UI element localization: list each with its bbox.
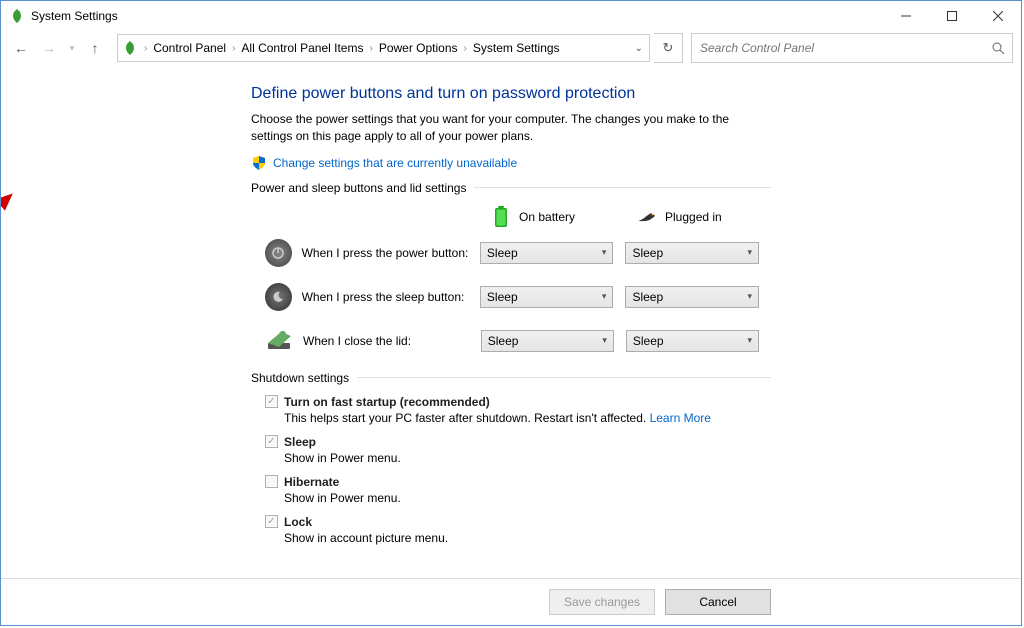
- lid-plugged-dropdown[interactable]: Sleep ▾: [626, 330, 759, 352]
- addressbar[interactable]: › Control Panel › All Control Panel Item…: [117, 34, 650, 62]
- navbar: ← → ▾ ↑ › Control Panel › All Control Pa…: [1, 31, 1021, 65]
- search-box[interactable]: [691, 33, 1013, 63]
- sleep-checkbox[interactable]: ✓: [265, 435, 278, 448]
- sleep-button-icon: [265, 283, 292, 311]
- group-title-buttons-lid: Power and sleep buttons and lid settings: [251, 181, 771, 195]
- lock-checkbox[interactable]: ✓: [265, 515, 278, 528]
- hibernate-label: Hibernate: [284, 475, 339, 489]
- breadcrumb-item[interactable]: All Control Panel Items: [237, 41, 367, 55]
- sleep-button-plugged-dropdown[interactable]: Sleep ▾: [625, 286, 759, 308]
- content-area: Define power buttons and turn on passwor…: [1, 65, 1021, 578]
- page-subtitle: Choose the power settings that you want …: [251, 111, 771, 145]
- breadcrumb-item[interactable]: Power Options: [375, 41, 462, 55]
- sleep-label: Sleep: [284, 435, 316, 449]
- power-button-plugged-dropdown[interactable]: Sleep ▾: [625, 242, 759, 264]
- chevron-right-icon: ›: [367, 43, 374, 54]
- fast-startup-desc: This helps start your PC faster after sh…: [284, 411, 771, 425]
- refresh-button[interactable]: ↻: [654, 33, 683, 63]
- window: System Settings ← → ▾ ↑ › Control Panel …: [0, 0, 1022, 626]
- plugged-in-label: Plugged in: [665, 210, 722, 224]
- chevron-down-icon: ▾: [602, 335, 607, 346]
- maximize-button[interactable]: [929, 1, 975, 31]
- up-button[interactable]: ↑: [83, 36, 107, 60]
- bottombar: Save changes Cancel: [1, 578, 1021, 625]
- hibernate-item: Hibernate Show in Power menu.: [265, 475, 771, 505]
- lid-label: When I close the lid:: [303, 334, 481, 348]
- search-icon[interactable]: [984, 42, 1012, 55]
- sleep-button-row: When I press the sleep button: Sleep ▾ S…: [251, 283, 771, 311]
- chevron-down-icon: ▾: [602, 247, 607, 258]
- minimize-button[interactable]: [883, 1, 929, 31]
- chevron-right-icon: ›: [142, 43, 149, 54]
- breadcrumb-item[interactable]: Control Panel: [149, 41, 230, 55]
- breadcrumb-item[interactable]: System Settings: [469, 41, 564, 55]
- shield-icon: [251, 155, 267, 171]
- fast-startup-label: Turn on fast startup (recommended): [284, 395, 490, 409]
- chevron-down-icon: ▾: [747, 335, 752, 346]
- app-icon: [9, 8, 25, 24]
- sleep-button-battery-dropdown[interactable]: Sleep ▾: [480, 286, 614, 308]
- battery-icon: [491, 207, 511, 227]
- lid-icon: [265, 327, 293, 355]
- fast-startup-item: ✓ Turn on fast startup (recommended) Thi…: [265, 395, 771, 425]
- power-button-icon: [265, 239, 292, 267]
- chevron-down-icon: ▾: [747, 291, 752, 302]
- power-button-battery-dropdown[interactable]: Sleep ▾: [480, 242, 614, 264]
- chevron-down-icon[interactable]: ⌄: [635, 43, 643, 54]
- hibernate-desc: Show in Power menu.: [284, 491, 771, 505]
- hibernate-checkbox[interactable]: [265, 475, 278, 488]
- addressbar-icon: [122, 40, 138, 56]
- lock-item: ✓ Lock Show in account picture menu.: [265, 515, 771, 545]
- back-button[interactable]: ←: [9, 36, 33, 60]
- recent-dropdown[interactable]: ▾: [65, 36, 79, 60]
- fast-startup-checkbox[interactable]: ✓: [265, 395, 278, 408]
- plug-icon: [637, 207, 657, 227]
- annotation-arrow-icon: [1, 187, 23, 267]
- sleep-button-label: When I press the sleep button:: [302, 290, 480, 304]
- on-battery-label: On battery: [519, 210, 575, 224]
- search-input[interactable]: [692, 40, 984, 56]
- chevron-down-icon: ▾: [602, 291, 607, 302]
- chevron-right-icon: ›: [230, 43, 237, 54]
- change-settings-link[interactable]: Change settings that are currently unava…: [273, 156, 517, 170]
- power-button-label: When I press the power button:: [302, 246, 480, 260]
- lid-row: When I close the lid: Sleep ▾ Sleep ▾: [251, 327, 771, 355]
- page-title: Define power buttons and turn on passwor…: [251, 85, 771, 103]
- columns-header: On battery Plugged in: [251, 207, 771, 227]
- group-title-shutdown: Shutdown settings: [251, 371, 771, 385]
- chevron-right-icon: ›: [462, 43, 469, 54]
- sleep-item: ✓ Sleep Show in Power menu.: [265, 435, 771, 465]
- power-button-row: When I press the power button: Sleep ▾ S…: [251, 239, 771, 267]
- lock-label: Lock: [284, 515, 312, 529]
- learn-more-link[interactable]: Learn More: [650, 411, 711, 425]
- lid-battery-dropdown[interactable]: Sleep ▾: [481, 330, 614, 352]
- sleep-desc: Show in Power menu.: [284, 451, 771, 465]
- chevron-down-icon: ▾: [747, 247, 752, 258]
- close-button[interactable]: [975, 1, 1021, 31]
- forward-button[interactable]: →: [37, 36, 61, 60]
- titlebar: System Settings: [1, 1, 1021, 31]
- window-title: System Settings: [31, 9, 118, 23]
- save-button[interactable]: Save changes: [549, 589, 655, 615]
- lock-desc: Show in account picture menu.: [284, 531, 771, 545]
- cancel-button[interactable]: Cancel: [665, 589, 771, 615]
